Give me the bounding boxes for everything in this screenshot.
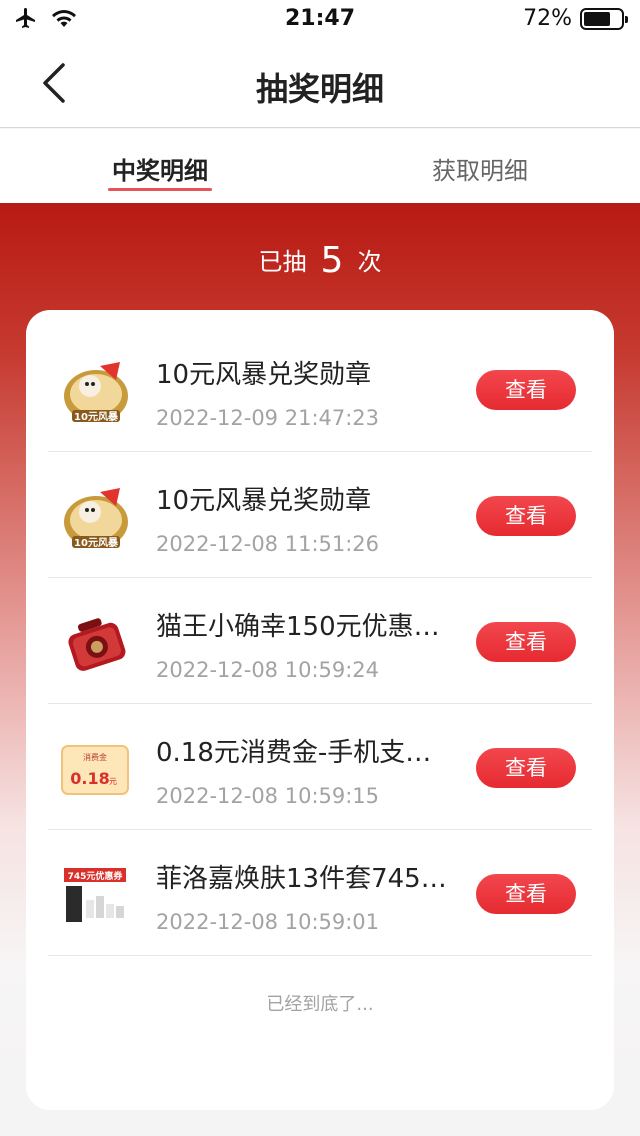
item-time: 2022-12-08 11:51:26	[156, 532, 380, 556]
radio-speaker-image	[60, 608, 132, 680]
status-bar: 21:47 72%	[0, 0, 640, 40]
medal-text: 10元风暴	[74, 410, 119, 423]
tab-acquisition-details[interactable]: 获取明细	[320, 129, 640, 203]
item-title: 10元风暴兑奖勋章	[156, 360, 372, 390]
item-time: 2022-12-08 10:59:24	[156, 658, 380, 682]
view-button[interactable]: 查看	[476, 370, 576, 410]
battery-icon	[580, 7, 628, 30]
item-time: 2022-12-09 21:47:23	[156, 406, 380, 430]
nav-bar: 抽奖明细	[0, 40, 640, 128]
tab-label: 获取明细	[432, 157, 528, 185]
medal-text: 10元风暴	[74, 536, 119, 549]
view-button[interactable]: 查看	[476, 496, 576, 536]
view-button[interactable]: 查看	[476, 748, 576, 788]
list-item: 消费金 0.18 元 0.18元消费金-手机支… 2022-12-08 10:5…	[48, 704, 592, 830]
tab-label: 中奖明细	[112, 157, 208, 185]
medal-image: 10元风暴	[60, 356, 132, 428]
coupon-image: 消费金 0.18 元	[60, 734, 132, 806]
battery-tip	[625, 15, 628, 23]
battery-fill	[584, 11, 610, 26]
records-card: 10元风暴 10元风暴兑奖勋章 2022-12-09 21:47:23 查看 1…	[26, 310, 614, 1110]
item-title: 菲洛嘉焕肤13件套745…	[156, 864, 447, 894]
end-of-list-text: 已经到底了...	[266, 994, 374, 1015]
coupon-value: 0.18	[70, 769, 109, 788]
list-item: 745元优惠券 菲洛嘉焕肤13件套745… 2022-12-08 10:59:0…	[48, 830, 592, 956]
battery-percent: 72%	[523, 6, 572, 31]
list-item: 10元风暴 10元风暴兑奖勋章 2022-12-09 21:47:23 查看	[48, 326, 592, 452]
tab-winning-details[interactable]: 中奖明细	[0, 129, 320, 203]
view-button[interactable]: 查看	[476, 874, 576, 914]
view-button[interactable]: 查看	[476, 622, 576, 662]
status-icons-right: 72%	[523, 6, 628, 31]
item-title: 10元风暴兑奖勋章	[156, 486, 372, 516]
item-title: 猫王小确幸150元优惠…	[156, 612, 440, 642]
tab-bar: 中奖明细 获取明细	[0, 129, 640, 203]
skincare-set-image: 745元优惠券	[60, 860, 132, 932]
draw-count-prefix: 已抽	[258, 248, 307, 276]
draw-count: 已抽 5 次	[0, 240, 640, 281]
tab-active-indicator	[108, 188, 212, 191]
list-item: 10元风暴 10元风暴兑奖勋章 2022-12-08 11:51:26 查看	[48, 452, 592, 578]
page-title: 抽奖明细	[255, 70, 384, 108]
skincare-banner-text: 745元优惠券	[68, 870, 124, 882]
coupon-label: 消费金	[83, 752, 107, 762]
draw-count-number: 5	[320, 240, 344, 281]
item-time: 2022-12-08 10:59:15	[156, 784, 380, 808]
list-item: 猫王小确幸150元优惠… 2022-12-08 10:59:24 查看	[48, 578, 592, 704]
draw-count-suffix: 次	[357, 248, 382, 276]
coupon-unit: 元	[109, 777, 117, 786]
item-time: 2022-12-08 10:59:01	[156, 910, 380, 934]
medal-image: 10元风暴	[60, 482, 132, 554]
item-title: 0.18元消费金-手机支…	[156, 738, 432, 768]
